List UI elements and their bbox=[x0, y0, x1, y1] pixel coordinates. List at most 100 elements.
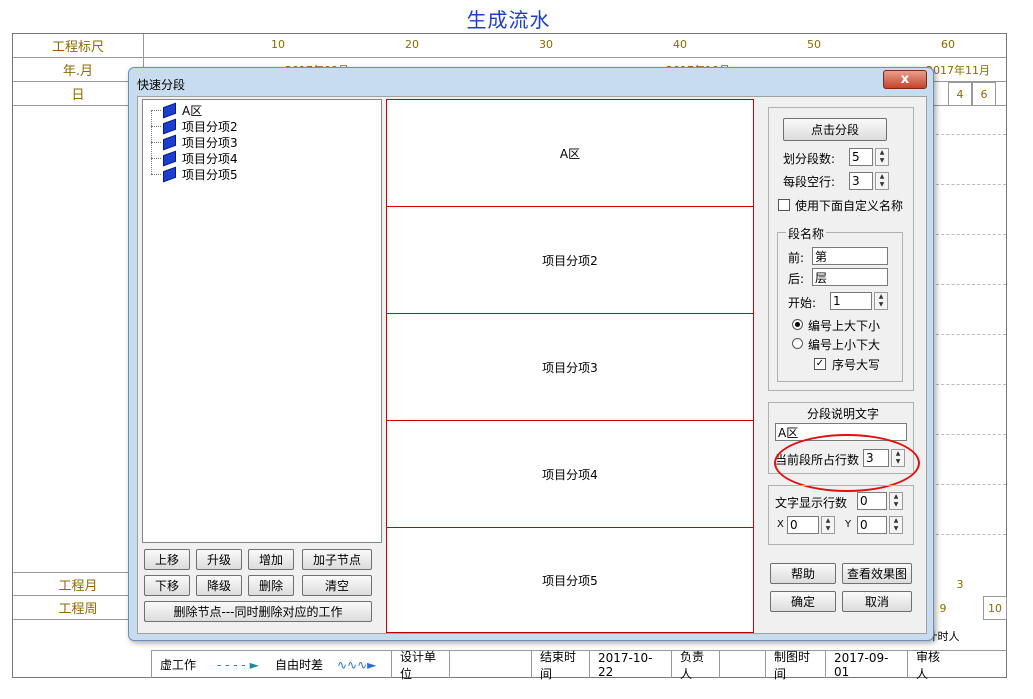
row-label-eng-week: 工程周 bbox=[13, 596, 144, 620]
draw-time-value: 2017-09-01 bbox=[825, 651, 907, 679]
dashed-arrow-icon: - - - - ► bbox=[217, 657, 259, 672]
book-icon bbox=[163, 166, 176, 182]
eng-week-cell: 9 bbox=[939, 601, 947, 615]
segment-cell[interactable]: 项目分项3 bbox=[387, 314, 753, 421]
owner-value bbox=[719, 651, 765, 678]
description-title: 分段说明文字 bbox=[807, 407, 880, 421]
delete-button[interactable]: 删除 bbox=[248, 575, 294, 596]
text-rows-spinner[interactable]: ▲ ▼ bbox=[889, 492, 903, 510]
y-input[interactable]: 0 bbox=[857, 516, 887, 534]
segment-tree[interactable]: A区 项目分项2 项目分项3 项目分项4 项目分项5 bbox=[142, 99, 382, 543]
help-button[interactable]: 帮助 bbox=[770, 563, 836, 584]
design-unit-value bbox=[449, 651, 531, 678]
ruler-row: 10 20 30 40 50 60 bbox=[144, 34, 1006, 58]
free-float-label: 自由时差 bbox=[275, 658, 324, 672]
click-segment-button[interactable]: 点击分段 bbox=[783, 118, 887, 141]
reviewer-label: 审核人 bbox=[907, 650, 955, 681]
blank-rows-input[interactable]: 3 bbox=[849, 172, 873, 190]
blank-rows-spinner[interactable]: ▲ ▼ bbox=[875, 172, 889, 190]
day-cell: 4 bbox=[948, 82, 972, 106]
quick-segment-dialog: 快速分段 x A区 项目分项2 项目分项3 项目分项4 项目分项5 上移 升级 … bbox=[128, 67, 934, 641]
end-time-label: 结束时间 bbox=[531, 650, 589, 681]
use-custom-name-checkbox[interactable] bbox=[778, 199, 790, 211]
close-button[interactable]: x bbox=[883, 70, 927, 89]
segment-cell[interactable]: 项目分项4 bbox=[387, 421, 753, 528]
segment-cell[interactable]: 项目分项2 bbox=[387, 207, 753, 314]
start-spinner[interactable]: ▲ ▼ bbox=[874, 292, 888, 310]
text-rows-input[interactable]: 0 bbox=[857, 492, 887, 510]
clear-button[interactable]: 清空 bbox=[302, 575, 372, 596]
footer-row: 虚工作 - - - - ► 自由时差 ∿∿∿► 设计单位 结束时间 2017-1… bbox=[151, 650, 1007, 681]
book-icon bbox=[163, 102, 176, 118]
eng-week-cell: 10 bbox=[983, 596, 1007, 620]
radio-top-big[interactable] bbox=[792, 319, 803, 330]
settings-panel: 点击分段 划分段数: 5 ▲ ▼ 每段空行: 3 ▲ ▼ 使用下面自定义名称 段名称… bbox=[768, 107, 914, 391]
draw-time-label: 制图时间 bbox=[765, 650, 825, 681]
delete-node-button[interactable]: 删除节点---同时删除对应的工作 bbox=[144, 601, 372, 622]
day-cell: 6 bbox=[972, 82, 996, 106]
tree-item[interactable]: 项目分项5 bbox=[151, 166, 238, 182]
start-input[interactable]: 1 bbox=[830, 292, 872, 310]
ruler-number: 50 bbox=[807, 38, 821, 51]
uppercase-label: 序号大写 bbox=[832, 358, 881, 372]
suffix-input[interactable]: 层 bbox=[812, 268, 888, 286]
move-up-button[interactable]: 上移 bbox=[144, 549, 190, 570]
blank-rows-label: 每段空行: bbox=[783, 175, 836, 189]
tree-item[interactable]: A区 bbox=[151, 102, 202, 118]
text-rows-label: 文字显示行数 bbox=[775, 496, 848, 510]
dialog-title: 快速分段 bbox=[137, 78, 186, 92]
ruler-number: 10 bbox=[271, 38, 285, 51]
suffix-label: 后: bbox=[788, 272, 805, 286]
ruler-number: 20 bbox=[405, 38, 419, 51]
owner-label: 负责人 bbox=[671, 650, 719, 681]
promote-button[interactable]: 升级 bbox=[196, 549, 242, 570]
design-unit-label: 设计单位 bbox=[391, 650, 449, 681]
use-custom-name-label: 使用下面自定义名称 bbox=[795, 199, 904, 213]
ok-button[interactable]: 确定 bbox=[770, 591, 836, 612]
y-label: Y bbox=[845, 519, 852, 530]
month-label: 2017年11月 bbox=[926, 64, 990, 77]
book-icon bbox=[163, 134, 176, 150]
segment-preview: A区 项目分项2 项目分项3 项目分项4 项目分项5 bbox=[386, 99, 754, 633]
start-label: 开始: bbox=[788, 296, 817, 310]
book-icon bbox=[163, 150, 176, 166]
row-label-year-month: 年.月 bbox=[13, 58, 144, 82]
segment-count-input[interactable]: 5 bbox=[849, 148, 873, 166]
segment-cell[interactable]: 项目分项5 bbox=[387, 528, 753, 632]
prefix-input[interactable]: 第 bbox=[812, 247, 888, 265]
tree-item[interactable]: 项目分项2 bbox=[151, 118, 238, 134]
tree-item[interactable]: 项目分项4 bbox=[151, 150, 238, 166]
demote-button[interactable]: 降级 bbox=[196, 575, 242, 596]
radio-top-small-label: 编号上小下大 bbox=[808, 338, 881, 352]
prefix-label: 前: bbox=[788, 251, 805, 265]
y-spinner[interactable]: ▲ ▼ bbox=[889, 516, 903, 534]
add-child-button[interactable]: 加子节点 bbox=[302, 549, 372, 570]
red-annotation-circle bbox=[774, 434, 920, 492]
ruler-number: 30 bbox=[539, 38, 553, 51]
eng-month-cell: 3 bbox=[956, 577, 964, 591]
ruler-number: 60 bbox=[941, 38, 955, 51]
tree-item[interactable]: 项目分项3 bbox=[151, 134, 238, 150]
row-label-ruler: 工程标尺 bbox=[13, 34, 144, 58]
preview-button[interactable]: 查看效果图 bbox=[842, 563, 912, 584]
row-label-eng-month: 工程月 bbox=[13, 572, 144, 596]
section-name-group: 段名称 前: 第 后: 层 开始: 1 ▲ ▼ 编号上大下小 编号上小下大 ✓ 序… bbox=[777, 225, 903, 382]
row-label-day: 日 bbox=[13, 82, 144, 106]
segment-count-label: 划分段数: bbox=[783, 152, 836, 166]
end-time-value: 2017-10-22 bbox=[589, 651, 671, 679]
section-name-title: 段名称 bbox=[786, 225, 827, 242]
segment-cell[interactable]: A区 bbox=[387, 100, 753, 207]
add-button[interactable]: 增加 bbox=[248, 549, 294, 570]
text-display-group: 文字显示行数 0 ▲ ▼ X 0 ▲ ▼ Y 0 ▲ ▼ bbox=[768, 485, 914, 545]
sheet-title: 生成流水 bbox=[466, 8, 551, 32]
x-label: X bbox=[777, 519, 784, 530]
segment-count-spinner[interactable]: ▲ ▼ bbox=[875, 148, 889, 166]
move-down-button[interactable]: 下移 bbox=[144, 575, 190, 596]
cancel-button[interactable]: 取消 bbox=[842, 591, 912, 612]
x-spinner[interactable]: ▲ ▼ bbox=[821, 516, 835, 534]
uppercase-checkbox[interactable]: ✓ bbox=[814, 358, 826, 370]
x-input[interactable]: 0 bbox=[787, 516, 819, 534]
radio-top-small[interactable] bbox=[792, 338, 803, 349]
ruler-number: 40 bbox=[673, 38, 687, 51]
wavy-arrow-icon: ∿∿∿► bbox=[337, 657, 377, 672]
